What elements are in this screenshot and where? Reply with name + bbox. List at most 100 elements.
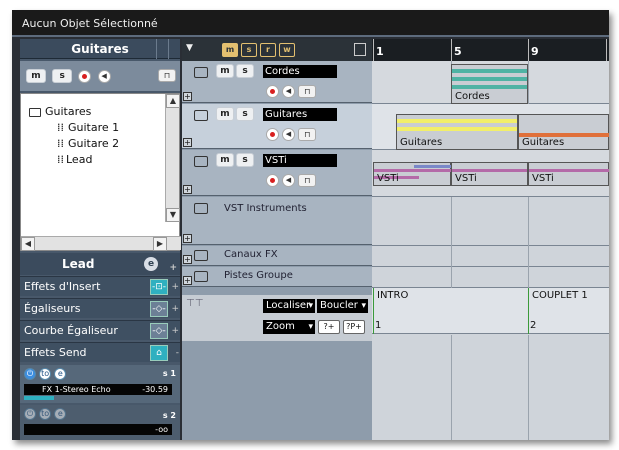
- folder-canaux-fx[interactable]: Canaux FX +: [182, 246, 372, 266]
- track-name[interactable]: Cordes: [263, 65, 337, 78]
- lock-icon[interactable]: ⊓: [298, 174, 317, 187]
- folder-icon[interactable]: [194, 156, 208, 167]
- expand-plus-icon[interactable]: +: [183, 234, 192, 243]
- section-inserts[interactable]: Effets d'Insert -⊡- +: [20, 276, 180, 296]
- inspector-header-button[interactable]: [156, 39, 168, 59]
- show-write-button[interactable]: w: [279, 43, 295, 57]
- cycle-dropdown[interactable]: Boucler: [317, 299, 368, 313]
- insert-icon[interactable]: -⊡-: [150, 279, 168, 295]
- zoom-dropdown[interactable]: Zoom: [263, 320, 315, 334]
- monitor-speaker-icon[interactable]: ◀: [282, 128, 295, 141]
- folder-lock-icon[interactable]: ⊓: [158, 69, 176, 82]
- tree-vertical-scrollbar[interactable]: ▲ ▼: [165, 94, 180, 222]
- folder-icon[interactable]: [194, 250, 208, 261]
- power-icon[interactable]: ⏻: [24, 408, 36, 420]
- monitor-speaker-icon[interactable]: ◀: [97, 69, 111, 83]
- tree-item-lead[interactable]: ⁞⁞ Lead: [57, 153, 92, 166]
- arrangement-empty-area[interactable]: [372, 335, 609, 440]
- record-enable-icon[interactable]: [266, 174, 279, 187]
- show-solo-button[interactable]: s: [241, 43, 257, 57]
- folder-icon[interactable]: [194, 203, 208, 214]
- solo-button[interactable]: s: [236, 107, 254, 121]
- marker-intro[interactable]: INTRO: [377, 290, 408, 301]
- mute-button[interactable]: m: [216, 64, 234, 78]
- power-icon[interactable]: ⏻: [24, 368, 36, 380]
- edit-send-icon[interactable]: e: [54, 368, 67, 380]
- mute-button[interactable]: m: [216, 107, 234, 121]
- expand-plus-icon[interactable]: +: [183, 138, 192, 147]
- lock-icon[interactable]: ⊓: [298, 128, 317, 141]
- part-cordes[interactable]: Cordes: [451, 64, 528, 104]
- expand-plus-icon[interactable]: +: [183, 92, 192, 101]
- marker-couplet-1[interactable]: COUPLET 1: [532, 290, 588, 301]
- scroll-down-icon[interactable]: ▼: [166, 208, 180, 222]
- section-equalizers[interactable]: Égaliseurs -◇- +: [20, 298, 180, 318]
- lane-guitares[interactable]: Guitares Guitares: [372, 104, 609, 150]
- send-destination[interactable]: -oo: [24, 424, 172, 435]
- track-vsti[interactable]: ms VSTi ◀ ⊓ +: [182, 150, 372, 196]
- solo-button[interactable]: s: [236, 64, 254, 78]
- inspector-track-title[interactable]: Guitares: [20, 39, 180, 59]
- lane-pistes-groupe[interactable]: [372, 267, 609, 288]
- ruler[interactable]: 1 5 9: [372, 39, 609, 61]
- monitor-speaker-icon[interactable]: ◀: [282, 174, 295, 187]
- lock-icon[interactable]: ⊓: [298, 85, 317, 98]
- scroll-up-icon[interactable]: ▲: [166, 94, 180, 108]
- edit-channel-icon[interactable]: e: [144, 257, 158, 271]
- send-level-fader[interactable]: [24, 396, 54, 400]
- solo-button[interactable]: s: [52, 69, 73, 83]
- pre-post-button[interactable]: to: [39, 408, 52, 420]
- track-cordes[interactable]: ms Cordes ◀ ⊓ +: [182, 61, 372, 103]
- lane-vst-instruments[interactable]: [372, 197, 609, 246]
- folder-icon[interactable]: [194, 271, 208, 282]
- mute-button[interactable]: m: [216, 153, 234, 167]
- folder-icon[interactable]: [194, 67, 208, 78]
- locate-dropdown[interactable]: Localiser: [263, 299, 315, 313]
- arrangement-area[interactable]: 1 5 9 Cordes Guitares Guitares VSTi VSTi…: [372, 39, 609, 440]
- lane-cordes[interactable]: Cordes: [372, 61, 609, 104]
- section-sends[interactable]: Effets Send ⌂ -: [20, 342, 180, 362]
- eq-curve-icon[interactable]: -◇-: [150, 323, 168, 339]
- expand-plus-icon[interactable]: +: [183, 255, 192, 264]
- tree-item-guitare-1[interactable]: ⁞⁞ Guitare 1: [57, 121, 119, 134]
- folder-icon[interactable]: [194, 110, 208, 121]
- scroll-right-icon[interactable]: ▶: [153, 237, 167, 251]
- solo-button[interactable]: s: [236, 153, 254, 167]
- lane-canaux-fx[interactable]: [372, 246, 609, 267]
- scroll-left-icon[interactable]: ◀: [21, 237, 35, 251]
- lane-vsti[interactable]: VSTi VSTi VSTi: [372, 150, 609, 197]
- tree-folder-guitares[interactable]: Guitares: [29, 105, 91, 118]
- send-icon[interactable]: ⌂: [150, 345, 168, 361]
- track-guitares[interactable]: ms Guitares ◀ ⊓ +: [182, 104, 372, 149]
- record-enable-icon[interactable]: [266, 85, 279, 98]
- track-list-settings-icon[interactable]: [354, 43, 366, 56]
- edit-send-icon[interactable]: e: [54, 408, 67, 420]
- part-guitares-1[interactable]: Guitares: [396, 114, 518, 150]
- tree-item-guitare-2[interactable]: ⁞⁞ Guitare 2: [57, 137, 119, 150]
- record-enable-icon[interactable]: [78, 69, 92, 83]
- send-destination[interactable]: FX 1-Stereo Echo -30.59: [24, 384, 172, 395]
- folder-vst-instruments[interactable]: VST Instruments +: [182, 197, 372, 245]
- mute-button[interactable]: m: [26, 69, 46, 83]
- part-vsti-1[interactable]: VSTi: [373, 162, 451, 186]
- expand-plus-icon[interactable]: +: [183, 276, 192, 285]
- part-guitares-2[interactable]: Guitares: [518, 114, 609, 150]
- track-list-menu-icon[interactable]: ▼: [186, 43, 193, 53]
- part-vsti-3[interactable]: VSTi: [528, 162, 609, 186]
- inspector-header-button[interactable]: [168, 39, 180, 59]
- folder-pistes-groupe[interactable]: Pistes Groupe +: [182, 267, 372, 287]
- expand-plus-icon[interactable]: +: [183, 185, 192, 194]
- lane-markers[interactable]: INTRO COUPLET 1 1 2: [372, 288, 609, 334]
- show-mute-button[interactable]: m: [222, 43, 238, 57]
- track-name[interactable]: VSTi: [263, 154, 337, 167]
- tree-horizontal-scrollbar[interactable]: ◀ ▶: [21, 236, 181, 251]
- part-vsti-2[interactable]: VSTi: [451, 162, 528, 186]
- eq-icon[interactable]: -◇-: [150, 301, 168, 317]
- section-eq-curve[interactable]: Courbe Égaliseur -◇- +: [20, 320, 180, 340]
- pre-post-button[interactable]: to: [39, 368, 52, 380]
- track-name[interactable]: Guitares: [263, 108, 337, 121]
- channel-title[interactable]: Lead e +: [20, 253, 180, 275]
- add-marker-button[interactable]: ?+: [318, 320, 340, 334]
- show-read-button[interactable]: r: [260, 43, 276, 57]
- add-cycle-marker-button[interactable]: ?P+: [343, 320, 365, 334]
